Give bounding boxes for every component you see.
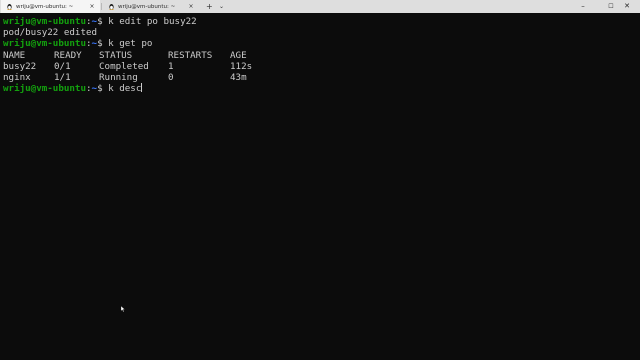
text-cursor	[141, 83, 143, 93]
tab-close-icon[interactable]: ×	[187, 3, 195, 10]
title-bar: wriju@vm-ubuntu: ~ × wriju@vm-ubuntu: ~ …	[0, 0, 640, 13]
close-window-button[interactable]: ✕	[614, 0, 640, 13]
table-cell: 1	[168, 60, 174, 72]
table-row: busy22 0/1 Completed 1 112s	[3, 61, 638, 72]
table-cell: busy22	[3, 60, 37, 72]
tab-divider	[101, 3, 102, 10]
table-cell: 43m	[230, 71, 247, 83]
minimize-button[interactable]: –	[570, 0, 596, 13]
prompt-symbol: $	[97, 16, 103, 27]
table-cell: nginx	[3, 71, 31, 83]
table-cell: 112s	[230, 60, 253, 72]
table-cell: 0/1	[54, 60, 71, 72]
prompt-symbol: $	[97, 83, 103, 95]
table-cell: Running	[99, 71, 138, 83]
table-cell: 1/1	[54, 71, 71, 83]
column-header: RESTARTS	[168, 49, 213, 61]
command-line: wriju@vm-ubuntu:~$ k edit po busy22	[3, 16, 638, 27]
prompt-symbol: $	[97, 38, 103, 50]
tab-inactive[interactable]: wriju@vm-ubuntu: ~ ×	[103, 0, 199, 13]
command-input[interactable]: k desc	[108, 83, 141, 94]
command-text: k get po	[108, 38, 153, 50]
linux-tux-icon	[109, 4, 114, 10]
command-line: wriju@vm-ubuntu:~$ k get po	[3, 38, 638, 49]
column-header: NAME	[3, 49, 26, 61]
column-header: STATUS	[99, 49, 133, 61]
chevron-down-icon[interactable]: ⌄	[219, 0, 224, 13]
tab-label: wriju@vm-ubuntu: ~	[16, 3, 74, 10]
tab-active[interactable]: wriju@vm-ubuntu: ~ ×	[1, 0, 100, 13]
tab-close-icon[interactable]: ×	[88, 3, 96, 10]
prompt-user-host: wriju@vm-ubuntu	[3, 16, 86, 27]
prompt-user-host: wriju@vm-ubuntu	[3, 83, 86, 95]
prompt-user-host: wriju@vm-ubuntu	[3, 38, 86, 50]
column-header: AGE	[230, 49, 247, 61]
linux-tux-icon	[7, 4, 12, 10]
column-header: READY	[54, 49, 82, 61]
command-text: k edit po busy22	[108, 16, 197, 27]
new-tab-button[interactable]: +	[206, 0, 213, 13]
table-cell: 0	[168, 71, 174, 83]
terminal-output[interactable]: wriju@vm-ubuntu:~$ k edit po busy22 pod/…	[3, 16, 638, 360]
command-line: wriju@vm-ubuntu:~$ k desc	[3, 83, 638, 94]
table-row: nginx 1/1 Running 0 43m	[3, 72, 638, 83]
tab-label: wriju@vm-ubuntu: ~	[118, 3, 176, 10]
table-header: NAME READY STATUS RESTARTS AGE	[3, 50, 638, 61]
output-line: pod/busy22 edited	[3, 27, 98, 39]
table-cell: Completed	[99, 60, 149, 72]
mouse-pointer-icon	[121, 306, 126, 312]
